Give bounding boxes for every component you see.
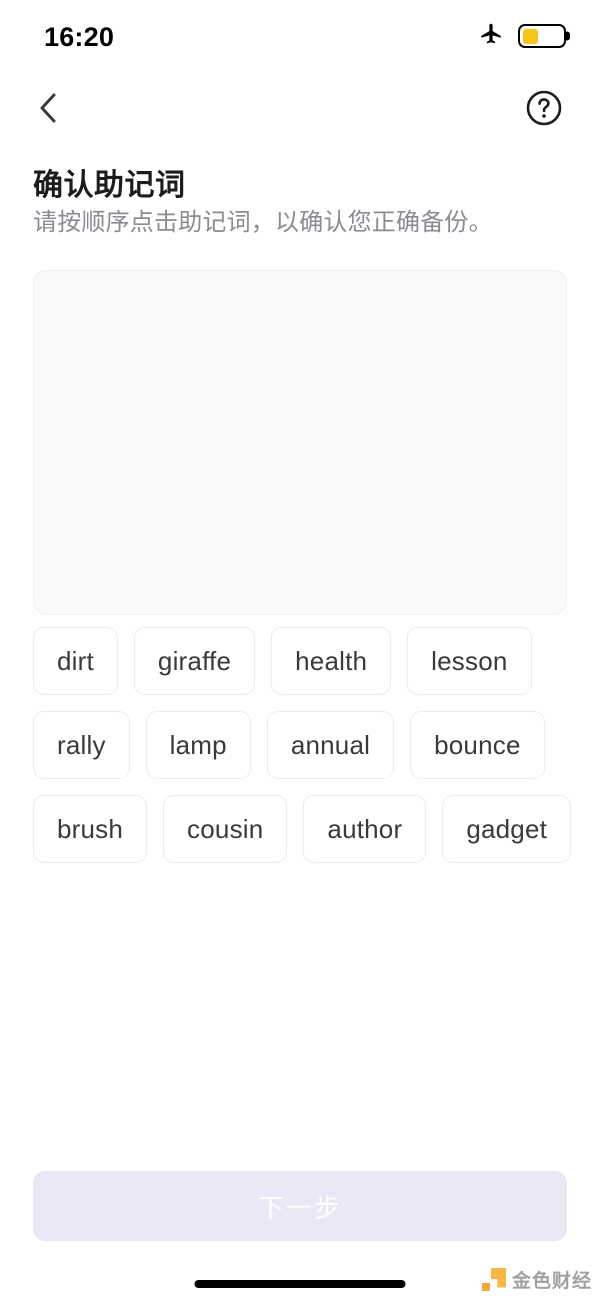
word-chip[interactable]: author bbox=[303, 795, 427, 863]
word-chip[interactable]: dirt bbox=[33, 627, 118, 695]
nav-bar bbox=[0, 72, 600, 144]
help-button[interactable] bbox=[518, 82, 570, 134]
back-button[interactable] bbox=[22, 82, 74, 134]
battery-icon bbox=[518, 24, 570, 48]
jinse-logo-icon bbox=[481, 1267, 506, 1292]
watermark: 金色财经 bbox=[481, 1266, 592, 1293]
word-chip[interactable]: rally bbox=[33, 711, 130, 779]
logo-square-small bbox=[481, 1282, 490, 1291]
word-chip[interactable]: annual bbox=[266, 711, 395, 779]
phone-screen: 16:20 确认助记词 请按顺序点击助记词，以确认您正确备份。 dirt gir… bbox=[0, 0, 600, 1299]
word-chip[interactable]: bounce bbox=[410, 711, 545, 779]
battery-cap bbox=[566, 31, 570, 41]
status-indicators bbox=[478, 21, 570, 52]
page-title: 确认助记词 bbox=[33, 169, 186, 202]
status-time: 16:20 bbox=[44, 21, 115, 52]
word-chip[interactable]: gadget bbox=[442, 795, 572, 863]
word-chip[interactable]: lamp bbox=[145, 711, 251, 779]
selected-words-area[interactable] bbox=[33, 270, 567, 615]
word-chip[interactable]: brush bbox=[33, 795, 148, 863]
status-bar: 16:20 bbox=[0, 0, 600, 72]
word-chip[interactable]: health bbox=[271, 627, 392, 695]
word-chip[interactable]: cousin bbox=[163, 795, 288, 863]
battery-fill bbox=[522, 28, 539, 44]
airplane-mode-icon bbox=[478, 21, 504, 52]
page-subtitle: 请按顺序点击助记词，以确认您正确备份。 bbox=[33, 209, 493, 236]
word-pool: dirt giraffe health lesson rally lamp annual bo… bbox=[33, 627, 573, 863]
word-chip[interactable]: giraffe bbox=[133, 627, 256, 695]
home-indicator[interactable] bbox=[194, 1280, 406, 1288]
watermark-text: 金色财经 bbox=[511, 1271, 592, 1292]
chevron-left-icon bbox=[40, 93, 56, 123]
logo-square-large bbox=[490, 1267, 506, 1288]
next-button[interactable]: 下一步 bbox=[33, 1171, 567, 1241]
word-chip[interactable]: lesson bbox=[407, 627, 532, 695]
help-circle-icon bbox=[526, 90, 562, 126]
